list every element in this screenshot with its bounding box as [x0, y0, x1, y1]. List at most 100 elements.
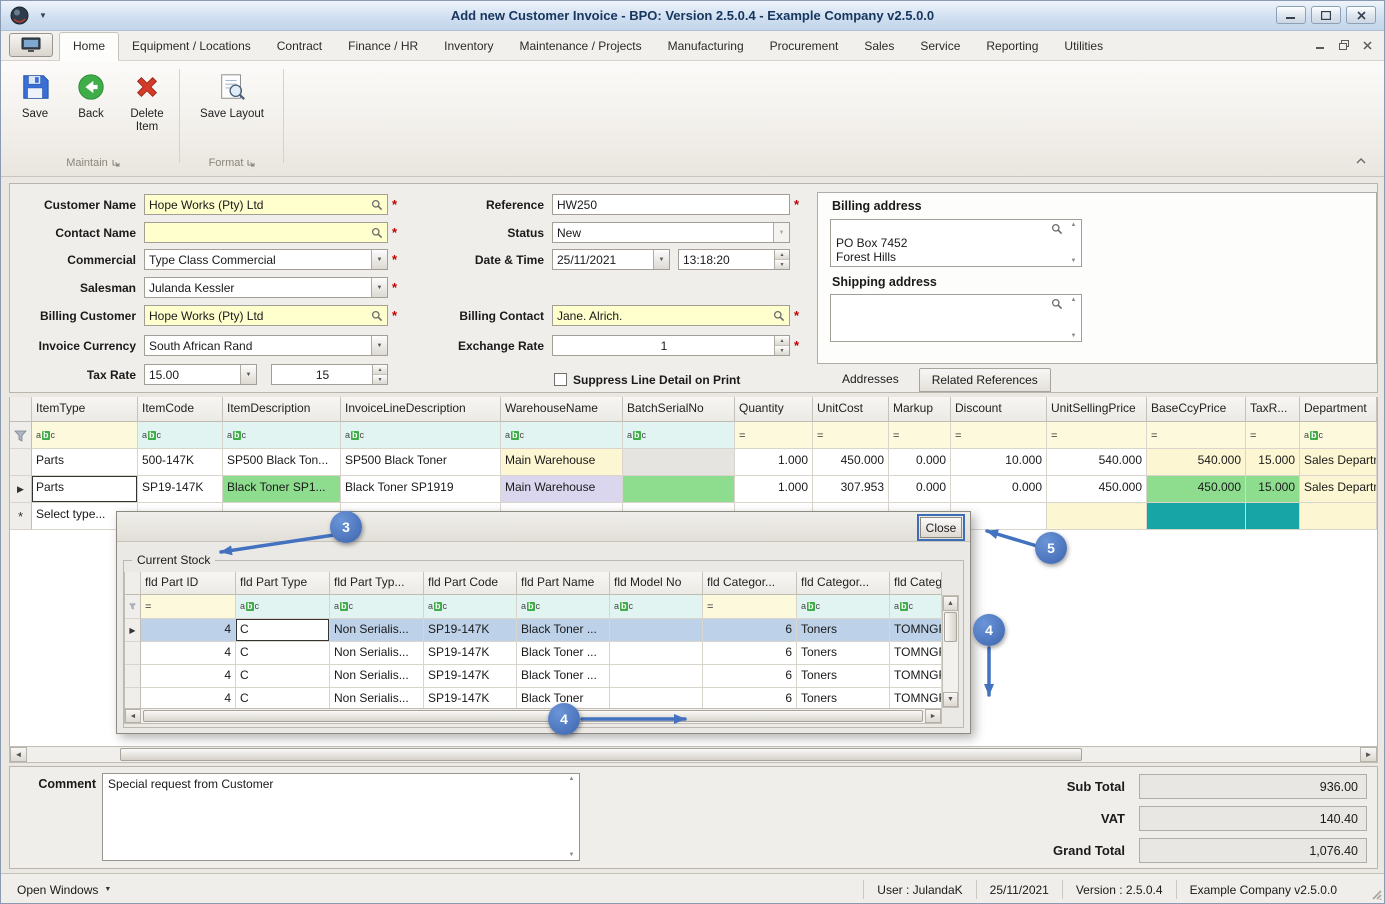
salesman-dropdown[interactable]: Julanda Kessler ▼: [144, 277, 388, 298]
grid-cell[interactable]: 4: [141, 665, 236, 688]
grid-cell[interactable]: TOMNGR: [890, 642, 942, 665]
scroll-down-button[interactable]: ▼: [943, 692, 958, 707]
scroll-left-button[interactable]: ◄: [125, 709, 141, 723]
search-icon[interactable]: [368, 227, 383, 239]
scroll-left-button[interactable]: ◄: [10, 747, 27, 762]
chevron-down-icon[interactable]: ▼: [653, 250, 669, 269]
field-scrollbar[interactable]: ▲▼: [1067, 221, 1080, 265]
ribbon-tab-home[interactable]: Home: [59, 32, 119, 61]
mdi-restore-icon[interactable]: [1339, 39, 1349, 53]
grid-cell[interactable]: 6: [703, 642, 797, 665]
filter-cell[interactable]: =: [703, 595, 797, 619]
app-icon[interactable]: [10, 6, 29, 25]
ribbon-tab-contract[interactable]: Contract: [264, 33, 335, 60]
grid-cell[interactable]: [610, 619, 703, 642]
grid-cell[interactable]: C: [236, 665, 330, 688]
group-dialog-launcher-icon[interactable]: [247, 158, 255, 170]
grid-cell[interactable]: Sales Departm: [1300, 476, 1377, 503]
contact-name-field[interactable]: [144, 222, 388, 243]
shipping-address-field[interactable]: ▲▼: [830, 294, 1082, 342]
grid-cell[interactable]: 10.000: [951, 449, 1047, 476]
search-icon[interactable]: [368, 310, 383, 322]
grid-cell[interactable]: 540.000: [1147, 449, 1246, 476]
spinner-buttons[interactable]: ▲▼: [372, 365, 387, 384]
column-header-fld-category[interactable]: fld Category: [890, 572, 942, 595]
column-header-department[interactable]: Department: [1300, 397, 1377, 422]
row-indicator[interactable]: [125, 688, 141, 708]
scroll-right-button[interactable]: ►: [1360, 747, 1377, 762]
grid-cell[interactable]: TOMNGR: [890, 688, 942, 708]
tab-addresses[interactable]: Addresses: [830, 368, 911, 392]
grid-cell[interactable]: [1147, 503, 1246, 530]
ribbon-tab-inventory[interactable]: Inventory: [431, 33, 506, 60]
grid-cell[interactable]: [1047, 503, 1147, 530]
filter-cell[interactable]: abc: [236, 595, 330, 619]
maximize-button[interactable]: [1311, 6, 1341, 24]
grid-cell[interactable]: 0.000: [951, 476, 1047, 503]
grid-cell[interactable]: Non Serialis...: [330, 665, 424, 688]
customer-name-field[interactable]: Hope Works (Pty) Ltd: [144, 194, 388, 215]
grid-cell[interactable]: 500-147K: [138, 449, 223, 476]
filter-cell[interactable]: abc: [424, 595, 517, 619]
filter-cell[interactable]: =: [141, 595, 236, 619]
grid-cell[interactable]: Non Serialis...: [330, 642, 424, 665]
grid-cell[interactable]: 0.000: [889, 449, 951, 476]
grid-cell[interactable]: Parts: [32, 449, 138, 476]
field-scrollbar[interactable]: ▲▼: [1067, 296, 1080, 340]
column-header-markup[interactable]: Markup: [889, 397, 951, 422]
search-icon[interactable]: [1051, 298, 1063, 313]
spinner-buttons[interactable]: ▲▼: [774, 336, 789, 355]
tax-rate-dropdown[interactable]: 15.00 ▼: [144, 364, 257, 385]
filter-cell[interactable]: abc: [517, 595, 610, 619]
date-field[interactable]: 25/11/2021 ▼: [552, 249, 670, 270]
grid-cell[interactable]: Main Warehouse: [501, 476, 623, 503]
grid-cell-focused[interactable]: C: [236, 619, 330, 642]
column-header-discount[interactable]: Discount: [951, 397, 1047, 422]
minimize-button[interactable]: [1276, 6, 1306, 24]
quick-access-dropdown-icon[interactable]: ▼: [39, 11, 47, 20]
scroll-right-button[interactable]: ►: [925, 709, 941, 723]
grid-cell[interactable]: C: [236, 688, 330, 708]
column-header-invoicelinedescription[interactable]: InvoiceLineDescription: [341, 397, 501, 422]
column-header-batchserialno[interactable]: BatchSerialNo: [623, 397, 735, 422]
back-button[interactable]: Back: [63, 66, 119, 134]
column-header-itemdescription[interactable]: ItemDescription: [223, 397, 341, 422]
grid-cell[interactable]: TOMNGR: [890, 619, 942, 642]
save-layout-button[interactable]: Save Layout: [193, 66, 271, 121]
spinner-buttons[interactable]: ▲▼: [774, 250, 789, 269]
grid-cell[interactable]: Non Serialis...: [330, 619, 424, 642]
invoice-currency-dropdown[interactable]: South African Rand ▼: [144, 335, 388, 356]
column-header-unitcost[interactable]: UnitCost: [813, 397, 889, 422]
grid-cell[interactable]: [623, 449, 735, 476]
open-windows-dropdown[interactable]: Open Windows ▼: [17, 883, 111, 897]
ribbon-tab-finance-hr[interactable]: Finance / HR: [335, 33, 431, 60]
grid-cell[interactable]: SP500 Black Toner: [341, 449, 501, 476]
column-header-fld-categor-2[interactable]: fld Categor...: [797, 572, 890, 595]
column-header-fld-categor-1[interactable]: fld Categor...: [703, 572, 797, 595]
grid-cell[interactable]: 6: [703, 619, 797, 642]
comment-field[interactable]: Special request from Customer ▲▼: [102, 773, 580, 861]
grid-cell[interactable]: Black Toner ...: [517, 619, 610, 642]
filter-cell-markup[interactable]: =: [889, 422, 951, 449]
group-dialog-launcher-icon[interactable]: [112, 158, 120, 170]
grid-cell[interactable]: SP19-147K: [424, 688, 517, 708]
app-menu-button[interactable]: [9, 33, 53, 57]
chevron-down-icon[interactable]: ▼: [371, 250, 387, 269]
ribbon-tab-utilities[interactable]: Utilities: [1051, 33, 1116, 60]
reference-field[interactable]: HW250: [552, 194, 790, 215]
save-button[interactable]: Save: [7, 66, 63, 134]
column-header-warehousename[interactable]: WarehouseName: [501, 397, 623, 422]
row-indicator[interactable]: [125, 642, 141, 665]
tax-rate-amount-field[interactable]: 15 ▲▼: [271, 364, 388, 385]
grid-cell[interactable]: Black Toner SP1...: [223, 476, 341, 503]
column-header-itemtype[interactable]: ItemType: [32, 397, 138, 422]
ribbon-tab-sales[interactable]: Sales: [851, 33, 907, 60]
column-header-fld-model-no[interactable]: fld Model No: [610, 572, 703, 595]
grid-cell[interactable]: Toners: [797, 619, 890, 642]
grid-cell[interactable]: [610, 642, 703, 665]
current-row-indicator-icon[interactable]: ▶: [10, 476, 32, 503]
grid-cell[interactable]: C: [236, 642, 330, 665]
grid-cell[interactable]: Sales Departm: [1300, 449, 1377, 476]
grid-cell-focused[interactable]: Parts: [32, 476, 138, 503]
grid-cell[interactable]: Toners: [797, 665, 890, 688]
